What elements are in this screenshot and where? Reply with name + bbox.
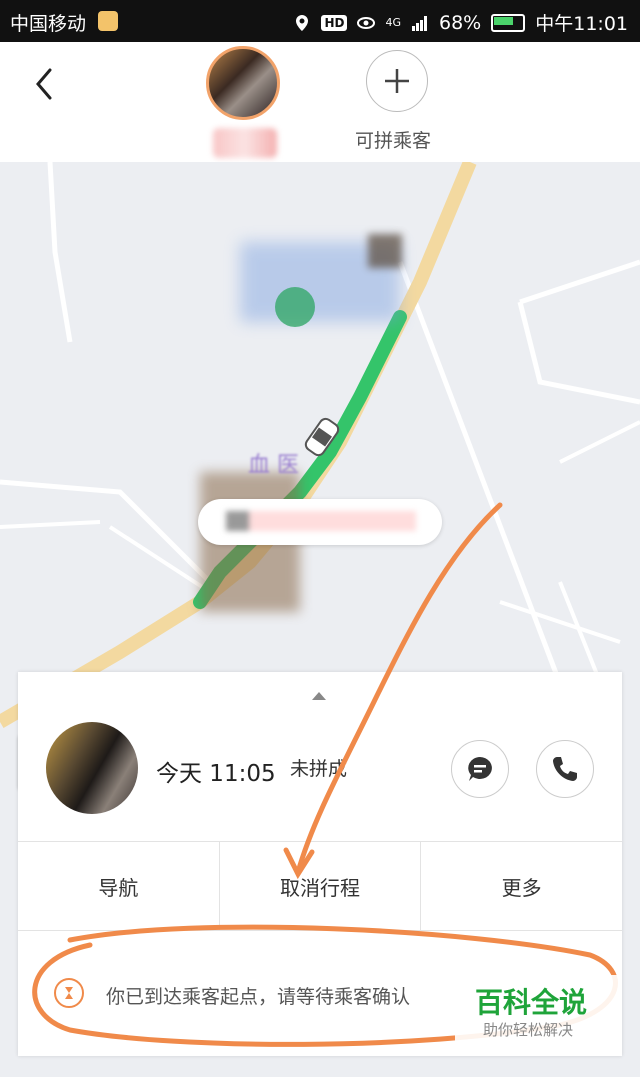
divider <box>18 930 622 931</box>
carpool-status: 未拼成 <box>290 758 348 780</box>
eye-icon <box>357 16 376 29</box>
hourglass-icon <box>54 978 84 1008</box>
action-bar: 导航 取消行程 更多 <box>18 842 622 930</box>
add-passenger-button[interactable] <box>366 50 428 112</box>
location-icon <box>296 14 309 31</box>
signal-icon <box>412 15 427 31</box>
passenger-avatar[interactable] <box>206 46 280 120</box>
battery-icon <box>491 13 526 32</box>
didi-app-icon <box>98 11 118 31</box>
passenger-avatar-card[interactable] <box>46 722 138 814</box>
pickup-address-redacted <box>226 511 416 531</box>
more-button[interactable]: 更多 <box>421 842 622 930</box>
carrier-name: 中国移动 <box>10 13 87 35</box>
status-icons: HD 4G 68% 中午11:01 <box>293 9 628 36</box>
watermark-subtitle: 助你轻松解决 <box>483 1021 574 1039</box>
status-bar: 中国移动 HD 4G 68% 中午11:01 <box>0 0 640 42</box>
waiting-notice: 你已到达乘客起点，请等待乘客确认 <box>106 986 411 1008</box>
watermark: 百科全说 助你轻松解决 <box>455 975 620 1049</box>
network-type: 4G <box>385 16 401 29</box>
poi-label: 血 医 <box>248 453 299 478</box>
call-button[interactable] <box>536 740 594 798</box>
navigate-button[interactable]: 导航 <box>18 842 220 930</box>
chat-icon <box>468 757 492 781</box>
back-arrow-icon[interactable] <box>30 64 60 104</box>
message-button[interactable] <box>451 740 509 798</box>
add-passenger-label: 可拼乘客 <box>355 130 432 152</box>
battery-percent: 68% <box>439 11 482 34</box>
passenger-name-redacted <box>213 128 277 158</box>
hd-badge: HD <box>321 14 348 31</box>
pickup-bubble[interactable] <box>198 499 442 545</box>
phone-icon <box>553 757 577 781</box>
plus-icon <box>385 69 409 93</box>
watermark-title: 百科全说 <box>475 986 588 1019</box>
trip-time: 今天 11:05 <box>156 761 276 787</box>
expand-handle-icon[interactable] <box>312 692 326 700</box>
clock: 中午11:01 <box>535 13 628 35</box>
cancel-trip-button[interactable]: 取消行程 <box>220 842 422 930</box>
trip-header: 可拼乘客 <box>0 42 640 162</box>
